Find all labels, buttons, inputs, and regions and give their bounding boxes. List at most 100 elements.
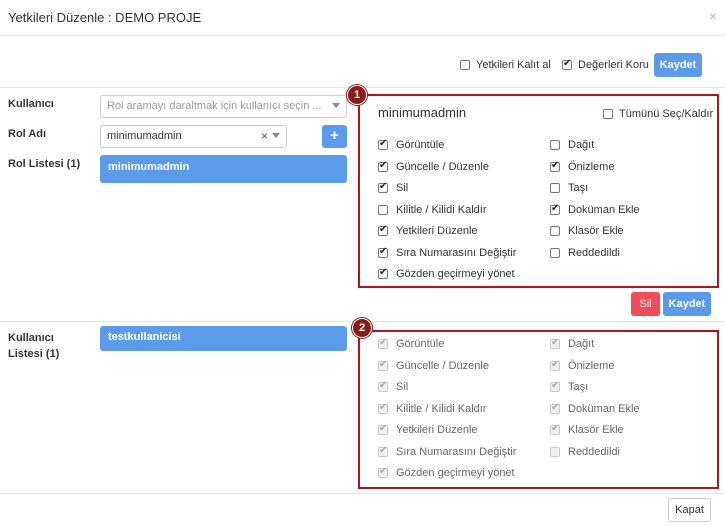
permission-option: Sıra Numarasını Değiştir [378,445,517,458]
permission-checkbox[interactable] [550,247,560,258]
select-all-label: Tümünü Seç/Kaldır [619,108,714,120]
permission-label: Yetkileri Düzenle [396,225,478,237]
permission-option[interactable]: Önizleme [550,160,614,173]
permission-option[interactable]: Gözden geçirmeyi yönet [378,267,515,280]
permission-option: Önizleme [550,359,614,372]
permission-label: Sıra Numarasını Değiştir [396,246,517,259]
permission-checkbox[interactable] [550,160,560,172]
permission-checkbox [550,446,560,457]
permission-option: Reddedildi [550,446,620,458]
permission-checkbox [378,466,388,478]
delete-button[interactable]: Sil [631,292,660,316]
chevron-down-icon [272,133,280,138]
permission-checkbox [378,445,388,457]
keep-values-label: Değerleri Koru [578,59,649,71]
close-icon[interactable]: × [709,8,717,24]
role-permissions-panel: minimumadmin Tümünü Seç/Kaldır Görüntüle… [358,94,719,288]
inherit-permissions-option[interactable]: Yetkileri Kalıt al [460,59,551,71]
permission-checkbox [550,423,560,435]
permission-option: Sil [378,380,409,393]
permission-label: Sil [396,381,409,393]
permission-label: Reddedildi [568,445,620,458]
permission-option[interactable]: Taşı [550,182,588,194]
role-select[interactable]: minimumadmin × [100,125,287,148]
permission-option: Kilitle / Kilidi Kaldır [378,402,486,415]
permission-label: Klasör Ekle [568,225,624,237]
role-list-label: Rol Listesi (1) [8,158,81,170]
clear-icon[interactable]: × [261,129,268,143]
close-button[interactable]: Kapat [668,498,711,522]
permission-option: Doküman Ekle [550,402,640,415]
permission-checkbox[interactable] [378,181,388,193]
permission-checkbox[interactable] [378,138,388,150]
callout-badge-1: 1 [347,85,367,105]
permission-label: Taşı [568,381,589,393]
keep-values-option[interactable]: Değerleri Koru [562,58,649,71]
permission-option: Taşı [550,380,589,393]
permission-option[interactable]: Görüntüle [378,138,445,151]
select-all-checkbox[interactable] [603,109,613,119]
permission-checkbox[interactable] [550,203,560,215]
user-select-placeholder: Rol aramayı daraltmak için kullanıcı seç… [107,100,322,112]
permission-label: Görüntüle [396,139,445,151]
permission-option[interactable]: Sıra Numarasını Değiştir [378,246,517,259]
permission-checkbox [378,402,388,414]
inherit-permissions-label: Yetkileri Kalıt al [476,59,551,71]
permission-label: Görüntüle [396,338,445,350]
permission-option[interactable]: Kilitle / Kilidi Kaldır [378,204,486,216]
permission-option[interactable]: Yetkileri Düzenle [378,224,478,237]
permission-option: Klasör Ekle [550,423,624,436]
permission-checkbox [378,337,388,349]
chevron-down-icon [332,103,340,108]
modal-title: Yetkileri Düzenle : DEMO PROJE [8,10,202,25]
callout-badge-2: 2 [352,318,372,338]
plus-icon: + [330,127,339,144]
permission-option[interactable]: Reddedildi [550,247,620,259]
permission-checkbox [378,423,388,435]
permission-checkbox[interactable] [378,204,388,215]
inherit-permissions-checkbox[interactable] [460,60,470,70]
permission-checkbox [550,380,560,392]
permission-label: Gözden geçirmeyi yönet [396,268,515,280]
permission-label: Güncelle / Düzenle [396,160,489,173]
permission-option[interactable]: Doküman Ekle [550,203,640,216]
add-role-button[interactable]: + [322,125,347,148]
permission-option: Güncelle / Düzenle [378,359,489,372]
permission-checkbox[interactable] [378,246,388,258]
permission-option[interactable]: Sil [378,181,409,194]
modal-header: Yetkileri Düzenle : DEMO PROJE × [0,0,725,36]
keep-values-checkbox[interactable] [562,58,572,70]
permission-label: Taşı [568,182,589,194]
permission-checkbox[interactable] [550,183,560,193]
permission-checkbox [550,337,560,349]
save-button[interactable]: Kaydet [663,292,711,316]
top-save-button[interactable]: Kaydet [654,53,702,77]
permission-checkbox[interactable] [378,224,388,236]
permission-checkbox[interactable] [378,267,388,279]
permission-checkbox[interactable] [550,140,560,150]
permission-option[interactable]: Güncelle / Düzenle [378,160,489,173]
permission-label: Reddedildi [568,246,620,259]
permission-option[interactable]: Dağıt [550,139,594,151]
permission-label: Sil [396,182,409,194]
select-all-option[interactable]: Tümünü Seç/Kaldır [603,108,713,120]
permission-checkbox [378,359,388,371]
permission-option[interactable]: Klasör Ekle [550,225,624,237]
user-list-label-line-2: Listesi (1) [8,348,60,360]
permission-option: Yetkileri Düzenle [378,423,478,436]
permission-checkbox[interactable] [378,160,388,172]
user-select[interactable]: Rol aramayı daraltmak için kullanıcı seç… [100,95,347,118]
user-list-label: Kullanıcı Listesi (1) [8,330,59,362]
permission-checkbox [550,359,560,371]
permission-label: Güncelle / Düzenle [396,359,489,372]
permission-label: Doküman Ekle [568,402,640,415]
permission-checkbox[interactable] [550,226,560,236]
user-list-item[interactable]: testkullanicisi [100,326,347,351]
role-select-value: minimumadmin [107,130,182,142]
role-list-item[interactable]: minimumadmin [100,155,347,183]
permission-label: Kilitle / Kilidi Kaldır [396,203,487,216]
footer-divider [0,493,725,494]
permission-label: Dağıt [568,139,595,151]
permission-label: Klasör Ekle [568,424,624,436]
permission-label: Sıra Numarasını Değiştir [396,445,517,458]
